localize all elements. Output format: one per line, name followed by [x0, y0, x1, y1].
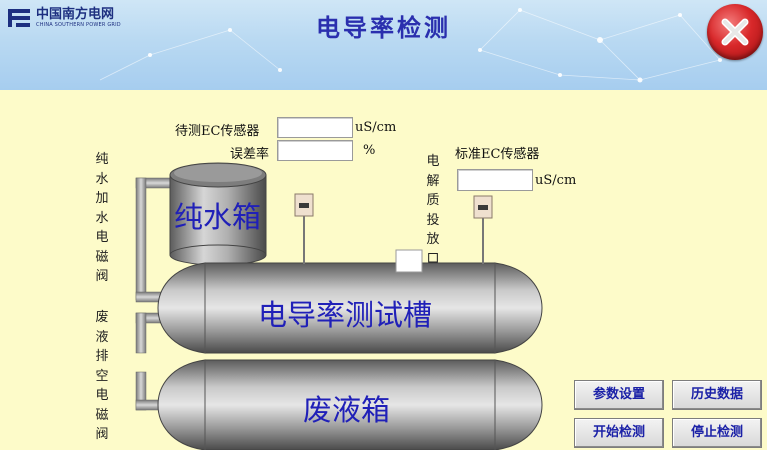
std-sensor-probe-icon	[473, 195, 493, 264]
waste-tank-label: 废液箱	[303, 393, 391, 427]
test-tank-label: 电导率测试槽	[258, 298, 433, 332]
test-sensor-probe-icon	[294, 193, 314, 264]
start-detection-button[interactable]: 开始检测	[574, 418, 664, 448]
electrolyte-port-box[interactable]	[395, 249, 423, 273]
pure-water-tank-label: 纯水箱	[174, 200, 262, 234]
params-settings-button[interactable]: 参数设置	[574, 380, 664, 410]
history-data-button[interactable]: 历史数据	[672, 380, 762, 410]
stop-detection-button[interactable]: 停止检测	[672, 418, 762, 448]
